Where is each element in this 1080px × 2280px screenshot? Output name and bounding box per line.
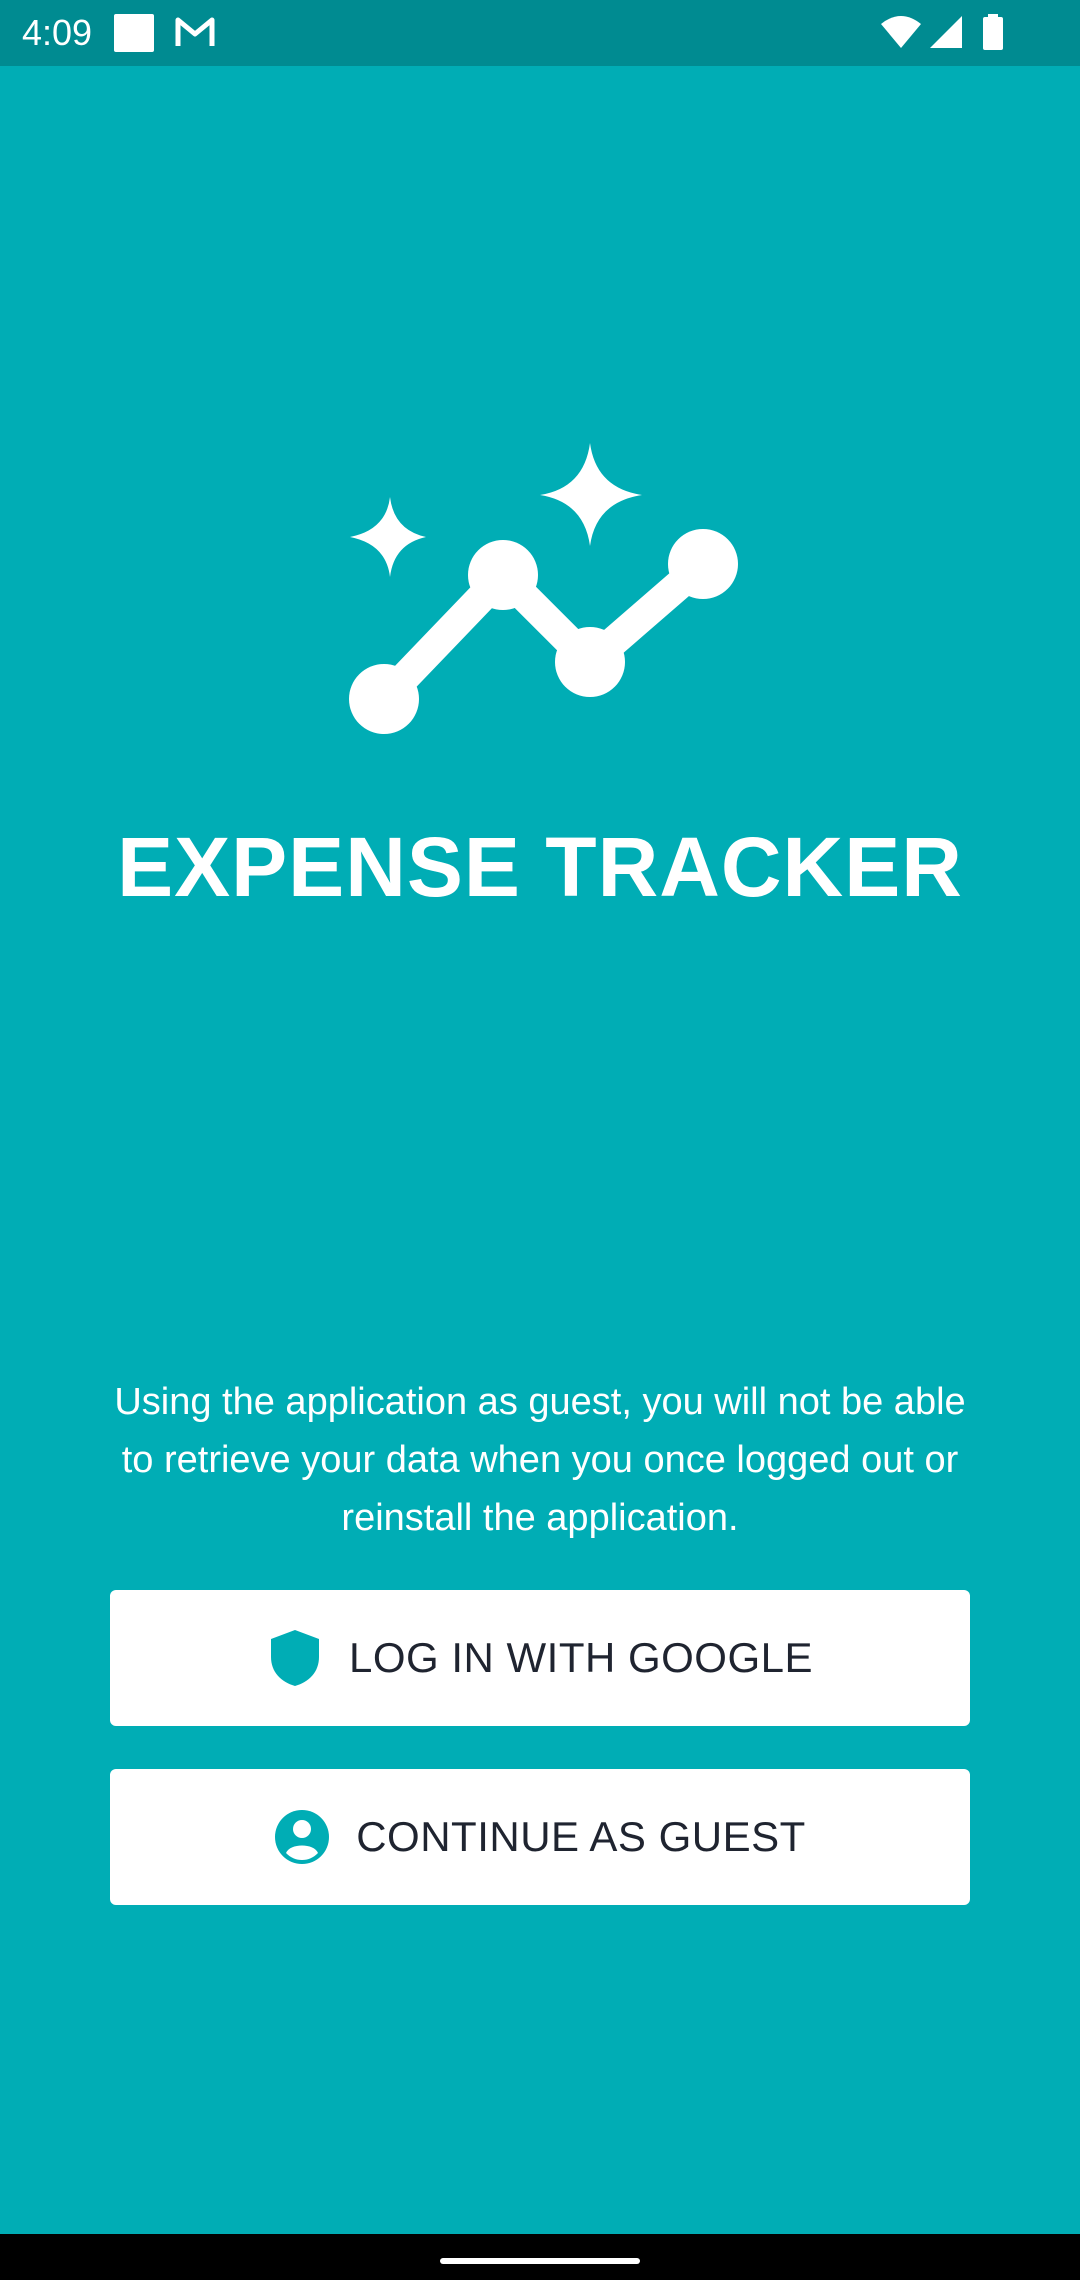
shield-icon bbox=[270, 1630, 319, 1686]
notification-square-icon bbox=[114, 14, 154, 52]
app-title: EXPENSE TRACKER bbox=[117, 820, 963, 914]
navigation-bar bbox=[0, 2234, 1080, 2280]
status-time: 4:09 bbox=[22, 12, 93, 53]
continue-as-guest-label: CONTINUE AS GUEST bbox=[356, 1813, 806, 1860]
account-circle-icon bbox=[275, 1810, 330, 1864]
guest-disclaimer-text: Using the application as guest, you will… bbox=[114, 1381, 966, 1539]
wifi-icon bbox=[881, 16, 921, 48]
log-in-with-google-button[interactable]: LOG IN WITH GOOGLE bbox=[110, 1590, 970, 1726]
gmail-icon bbox=[175, 17, 215, 46]
status-bar: 4:09 bbox=[0, 0, 1080, 66]
continue-as-guest-button[interactable]: CONTINUE AS GUEST bbox=[110, 1769, 970, 1905]
home-gesture-handle[interactable] bbox=[440, 2258, 640, 2264]
battery-icon bbox=[983, 14, 1003, 50]
log-in-with-google-label: LOG IN WITH GOOGLE bbox=[348, 1634, 814, 1681]
signal-icon bbox=[930, 16, 962, 48]
trend-chart-sparkle-icon bbox=[349, 443, 738, 734]
